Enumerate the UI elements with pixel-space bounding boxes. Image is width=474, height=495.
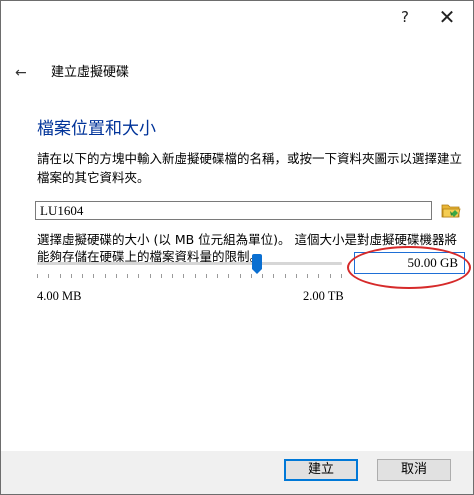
help-button[interactable]: ? [383, 1, 427, 33]
back-arrow-icon[interactable]: ← [15, 63, 27, 83]
file-name-input[interactable]: LU1604 [35, 201, 432, 220]
button-bar: 建立 取消 [1, 451, 473, 494]
cancel-button[interactable]: 取消 [377, 459, 451, 481]
slider-tick [116, 274, 117, 278]
slider-tick [318, 274, 319, 278]
size-min-label: 4.00 MB [37, 289, 82, 303]
slider-tick [82, 274, 83, 278]
slider-tick [341, 274, 342, 278]
slider-tick [296, 274, 297, 278]
slider-tick [240, 274, 241, 278]
slider-tick [262, 274, 263, 278]
slider-tick [273, 274, 274, 278]
slider-track [37, 262, 342, 265]
size-slider[interactable] [37, 254, 342, 282]
slider-tick [138, 274, 139, 278]
slider-tick [150, 274, 151, 278]
wizard-title: 建立虛擬硬碟 [51, 65, 130, 80]
slider-tick [172, 274, 173, 278]
slider-ticks [37, 274, 342, 280]
size-input[interactable]: 50.00 GB [354, 252, 465, 274]
slider-tick [60, 274, 61, 278]
size-max-label: 2.00 TB [303, 289, 344, 303]
slider-tick [105, 274, 106, 278]
slider-tick [217, 274, 218, 278]
slider-tick [251, 274, 252, 278]
section-title: 檔案位置和大小 [37, 119, 156, 139]
slider-thumb[interactable] [251, 254, 262, 274]
slider-tick [183, 274, 184, 278]
dialog-window: ? ✕ ← 建立虛擬硬碟 檔案位置和大小 請在以下的方塊中輸入新虛擬硬碟檔的名稱… [0, 0, 474, 495]
slider-tick [37, 274, 38, 278]
title-bar: ? ✕ [1, 1, 473, 33]
slider-tick [206, 274, 207, 278]
folder-icon[interactable] [441, 200, 461, 220]
file-location-description: 請在以下的方塊中輸入新虛擬硬碟檔的名稱，或按一下資料夾圖示以選擇建立檔案的其它資… [37, 151, 463, 185]
close-button[interactable]: ✕ [425, 1, 469, 33]
slider-tick [285, 274, 286, 278]
slider-tick [330, 274, 331, 278]
slider-tick [307, 274, 308, 278]
slider-tick [127, 274, 128, 278]
slider-tick [228, 274, 229, 278]
slider-tick [71, 274, 72, 278]
create-button[interactable]: 建立 [284, 459, 358, 481]
slider-tick [48, 274, 49, 278]
slider-tick [93, 274, 94, 278]
slider-tick [161, 274, 162, 278]
slider-tick [195, 274, 196, 278]
